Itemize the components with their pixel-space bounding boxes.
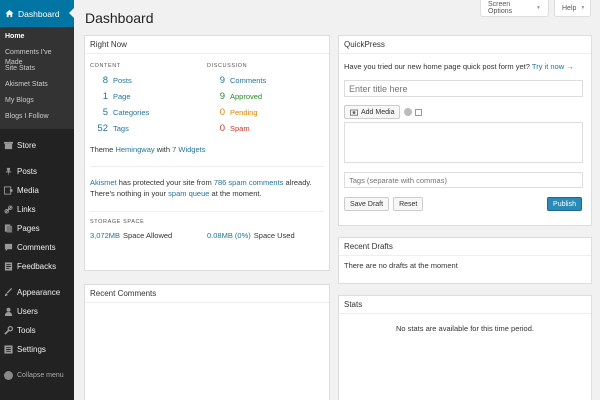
admin-sidebar: Dashboard Home Comments I've Made Site S… xyxy=(0,0,74,400)
comment-bubble-icon xyxy=(4,243,13,252)
widgets-link[interactable]: 7 Widgets xyxy=(172,145,205,154)
sidebar-item-tools[interactable]: Tools xyxy=(0,321,74,340)
stat-approved[interactable]: 9 Approved xyxy=(207,91,324,107)
media-icon xyxy=(4,186,13,195)
box-title[interactable]: Right Now xyxy=(85,36,329,54)
post-title-input[interactable] xyxy=(344,80,583,97)
storage-row: 3,072MB Space Allowed 0.08MB (0%) Space Us… xyxy=(90,231,295,240)
content-heading: CONTENT xyxy=(90,63,121,69)
stat-pages[interactable]: 1 Page xyxy=(90,91,207,107)
stat-categories[interactable]: 5 Categories xyxy=(90,107,207,123)
collapse-menu-button[interactable]: Collapse menu xyxy=(0,366,74,385)
spam-comments-link[interactable]: 786 spam comments xyxy=(214,178,284,187)
caret-down-icon: ▼ xyxy=(580,5,586,11)
wrench-icon xyxy=(4,326,13,335)
sidebar-item-feedbacks[interactable]: Feedbacks xyxy=(0,257,74,276)
quickpress-actions: Save Draft Reset Publish xyxy=(344,197,586,211)
space-used-value[interactable]: 0.08MB (0%) xyxy=(207,231,251,240)
sidebar-item-store[interactable]: Store xyxy=(0,136,74,155)
save-draft-button[interactable]: Save Draft xyxy=(344,197,390,211)
stat-spam[interactable]: 0 Spam xyxy=(207,123,324,139)
stats-box: Stats No stats are available for this ti… xyxy=(338,295,592,400)
screen-options-button[interactable]: Screen Options ▼ xyxy=(480,0,549,17)
discussion-column: DISCUSSION 9 Comments 9 Approved 0 Pending … xyxy=(207,59,324,139)
sidebar-item-comments[interactable]: Comments xyxy=(0,238,74,257)
submenu-my-blogs[interactable]: My Blogs xyxy=(0,93,74,109)
feedback-icon xyxy=(4,262,13,271)
sidebar-item-appearance[interactable]: Appearance xyxy=(0,283,74,302)
sidebar-item-settings[interactable]: Settings xyxy=(0,340,74,359)
recent-comments-box: Recent Comments xyxy=(84,284,330,400)
form-icon[interactable] xyxy=(415,108,423,116)
add-media-button[interactable]: Add Media xyxy=(344,105,401,119)
poll-icon[interactable] xyxy=(404,108,413,116)
sidebar-item-posts[interactable]: Posts xyxy=(0,162,74,181)
storage-heading: STORAGE SPACE xyxy=(90,219,145,225)
submenu-blogs-follow[interactable]: Blogs I Follow xyxy=(0,109,74,125)
brush-icon xyxy=(4,288,13,297)
user-icon xyxy=(4,307,13,316)
sidebar-item-label: Dashboard xyxy=(18,8,60,19)
spam-queue-link[interactable]: spam queue xyxy=(168,189,209,198)
home-icon xyxy=(5,9,14,18)
store-icon xyxy=(4,141,13,150)
try-it-now-link[interactable]: Try it now → xyxy=(532,62,574,71)
stats-empty-message: No stats are available for this time per… xyxy=(396,324,534,333)
box-title[interactable]: Recent Comments xyxy=(85,285,329,303)
post-content-textarea[interactable] xyxy=(344,122,583,163)
box-title[interactable]: Recent Drafts xyxy=(339,238,591,256)
recent-drafts-box: Recent Drafts There are no drafts at the… xyxy=(338,237,592,284)
theme-info: Theme Hemingway with 7 Widgets xyxy=(90,145,324,167)
akismet-link[interactable]: Akismet xyxy=(90,178,117,187)
page-title: Dashboard xyxy=(85,10,154,26)
akismet-info: Akismet has protected your site from 786… xyxy=(90,177,324,212)
submenu-site-stats[interactable]: Site Stats xyxy=(0,61,74,77)
camera-icon xyxy=(350,108,358,116)
space-allowed-value[interactable]: 3,072MB xyxy=(90,231,120,240)
publish-button[interactable]: Publish xyxy=(547,197,582,211)
stat-comments[interactable]: 9 Comments xyxy=(207,75,324,91)
stat-pending[interactable]: 0 Pending xyxy=(207,107,324,123)
stat-tags[interactable]: 52 Tags xyxy=(90,123,207,139)
link-icon xyxy=(4,205,13,214)
right-now-box: Right Now CONTENT 8 Posts 1 Page 5 Categori… xyxy=(84,35,330,271)
quickpress-box: QuickPress Have you tried our new home p… xyxy=(338,35,592,226)
submenu-home[interactable]: Home xyxy=(0,29,74,45)
discussion-heading: DISCUSSION xyxy=(207,63,248,69)
quickpress-prompt: Have you tried our new home page quick p… xyxy=(344,62,574,71)
sidebar-item-links[interactable]: Links xyxy=(0,200,74,219)
pin-icon xyxy=(4,167,13,176)
sidebar-item-pages[interactable]: Pages xyxy=(0,219,74,238)
collapse-arrow-icon xyxy=(4,371,13,380)
tags-input[interactable] xyxy=(344,172,583,188)
media-toolbar: Add Media xyxy=(344,105,586,119)
submenu-comments-made[interactable]: Comments I've Made xyxy=(0,45,74,66)
help-button[interactable]: Help ▼ xyxy=(554,0,591,17)
caret-down-icon: ▼ xyxy=(536,5,541,11)
pages-icon xyxy=(4,224,13,233)
reset-button[interactable]: Reset xyxy=(393,197,424,211)
sidebar-item-media[interactable]: Media xyxy=(0,181,74,200)
box-title[interactable]: QuickPress xyxy=(339,36,591,54)
submenu-akismet-stats[interactable]: Akismet Stats xyxy=(0,77,74,93)
stat-posts[interactable]: 8 Posts xyxy=(90,75,207,91)
content-column: CONTENT 8 Posts 1 Page 5 Categories 52 Tags xyxy=(90,59,207,139)
theme-link[interactable]: Hemingway xyxy=(115,145,154,154)
sidebar-item-users[interactable]: Users xyxy=(0,302,74,321)
settings-icon xyxy=(4,345,13,354)
sidebar-item-dashboard[interactable]: Dashboard xyxy=(0,0,74,27)
dashboard-submenu: Home Comments I've Made Site Stats Akism… xyxy=(0,27,74,129)
drafts-empty-message: There are no drafts at the moment xyxy=(344,261,458,270)
box-title[interactable]: Stats xyxy=(339,296,591,314)
